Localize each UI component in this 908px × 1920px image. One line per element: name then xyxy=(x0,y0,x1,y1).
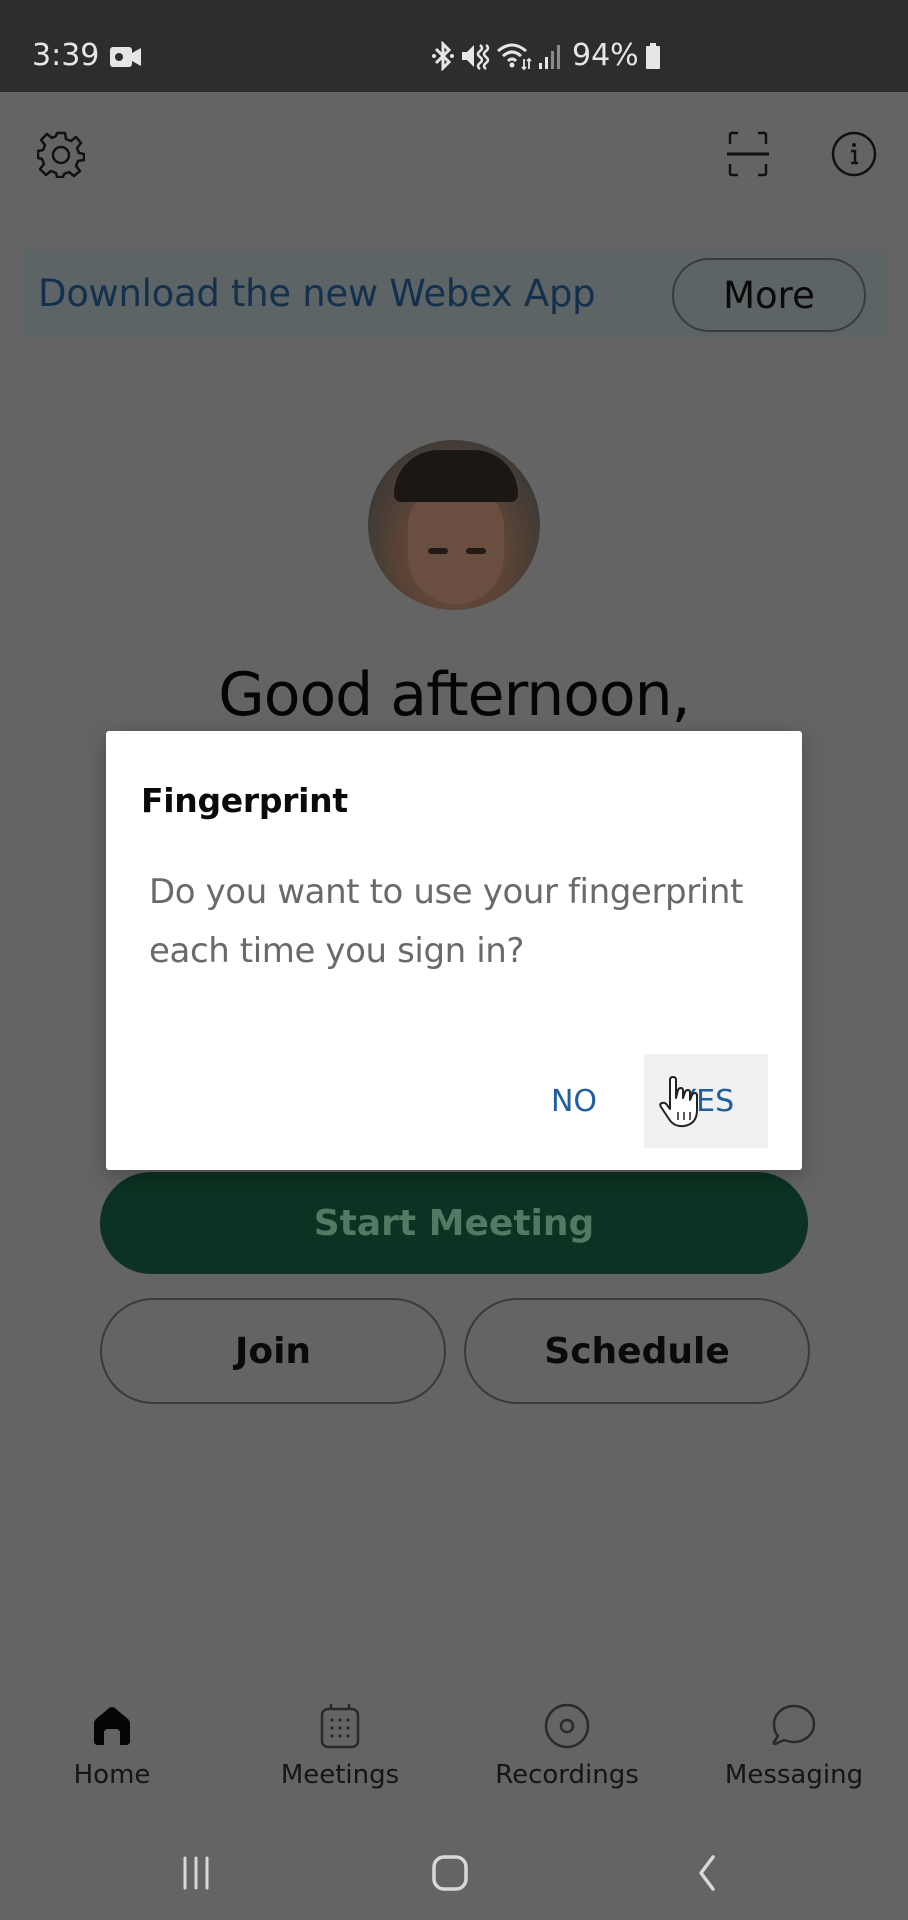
schedule-button[interactable]: Schedule xyxy=(464,1298,810,1404)
yes-button[interactable]: YES xyxy=(644,1054,768,1148)
settings-button[interactable] xyxy=(33,126,89,182)
bluetooth-icon xyxy=(432,40,454,71)
chat-bubble-icon xyxy=(772,1704,816,1746)
video-camera-icon xyxy=(110,47,141,67)
dialog-title: Fingerprint xyxy=(141,781,348,820)
recording-icon xyxy=(544,1703,590,1749)
avatar[interactable] xyxy=(368,440,540,610)
avatar-eye xyxy=(466,548,486,554)
nav-item-home[interactable]: Home xyxy=(12,1702,212,1790)
dialog-message: Do you want to use your fingerprint each… xyxy=(149,872,743,971)
download-banner: Download the new Webex App More xyxy=(22,250,886,338)
avatar-face xyxy=(408,484,504,604)
more-button[interactable]: More xyxy=(672,258,866,332)
scan-button[interactable] xyxy=(720,126,776,182)
avatar-hair xyxy=(394,450,518,502)
avatar-eye xyxy=(428,548,448,554)
greeting: Good afternoon, xyxy=(218,660,691,730)
nav-label-messaging: Messaging xyxy=(724,1760,864,1790)
wifi-icon xyxy=(497,43,532,70)
back-icon xyxy=(699,1855,715,1891)
join-button[interactable]: Join xyxy=(100,1298,446,1404)
banner-text: Download the new Webex App xyxy=(38,272,596,315)
home-icon xyxy=(94,1707,130,1745)
status-bar: 3:39 94% xyxy=(0,0,908,92)
nav-item-messaging[interactable]: Messaging xyxy=(694,1702,894,1790)
nav-item-recordings[interactable]: Recordings xyxy=(467,1702,667,1790)
info-icon xyxy=(831,131,877,177)
nav-label-meetings: Meetings xyxy=(280,1760,400,1790)
nav-label-recordings: Recordings xyxy=(495,1760,639,1790)
status-icons: 94% xyxy=(432,38,661,73)
home-button-icon xyxy=(432,1855,468,1891)
fingerprint-dialog: Fingerprint Do you want to use your fing… xyxy=(106,731,802,1170)
nav-item-meetings[interactable]: Meetings xyxy=(240,1702,440,1790)
home-system-button[interactable] xyxy=(420,1848,480,1898)
signal-icon xyxy=(539,44,560,69)
system-nav-bar xyxy=(0,1822,908,1920)
battery-percent: 94% xyxy=(572,38,639,73)
nav-label-home: Home xyxy=(73,1760,151,1790)
vibrate-mute-icon xyxy=(462,43,490,70)
battery-icon xyxy=(645,42,660,69)
status-time: 3:39 xyxy=(32,38,100,73)
recents-button[interactable] xyxy=(166,1848,226,1898)
calendar-icon xyxy=(320,1704,360,1749)
info-button[interactable] xyxy=(826,126,882,182)
gear-icon xyxy=(37,131,85,178)
start-meeting-button[interactable]: Start Meeting xyxy=(100,1172,808,1274)
bottom-nav: Home Meetings Recordings Messaging xyxy=(0,1702,908,1812)
no-button[interactable]: NO xyxy=(526,1054,622,1148)
recents-icon xyxy=(183,1856,209,1890)
scan-icon xyxy=(727,131,769,177)
back-button[interactable] xyxy=(676,1848,736,1898)
